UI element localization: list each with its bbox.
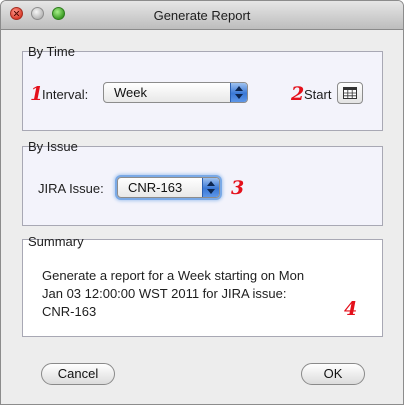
up-down-arrows-icon: [230, 83, 247, 102]
jira-issue-label: JIRA Issue:: [38, 181, 104, 196]
summary-text: Generate a report for a Week starting on…: [42, 268, 305, 319]
up-down-arrows-icon: [202, 178, 219, 197]
calendar-icon: [343, 87, 357, 99]
by-issue-label: By Issue: [28, 139, 78, 154]
marker-4: 4: [344, 298, 358, 320]
interval-label: Interval:: [42, 87, 89, 102]
window-title: Generate Report: [153, 8, 251, 23]
interval-select[interactable]: Week: [103, 82, 248, 103]
jira-issue-select-value: CNR-163: [128, 180, 183, 195]
interval-select-value: Week: [114, 85, 147, 100]
jira-issue-select[interactable]: CNR-163: [117, 177, 220, 198]
title-bar: Generate Report: [1, 1, 403, 30]
summary-label: Summary: [28, 234, 84, 249]
report-window: Generate Report By Time 1 Interval: Week…: [0, 0, 404, 405]
ok-button[interactable]: OK: [301, 363, 365, 385]
start-label: Start: [304, 87, 332, 102]
by-time-label: By Time: [28, 44, 75, 59]
marker-3: 3: [231, 177, 245, 199]
marker-2: 2: [291, 83, 305, 105]
cancel-button[interactable]: Cancel: [41, 363, 115, 385]
start-date-button[interactable]: [337, 82, 363, 104]
